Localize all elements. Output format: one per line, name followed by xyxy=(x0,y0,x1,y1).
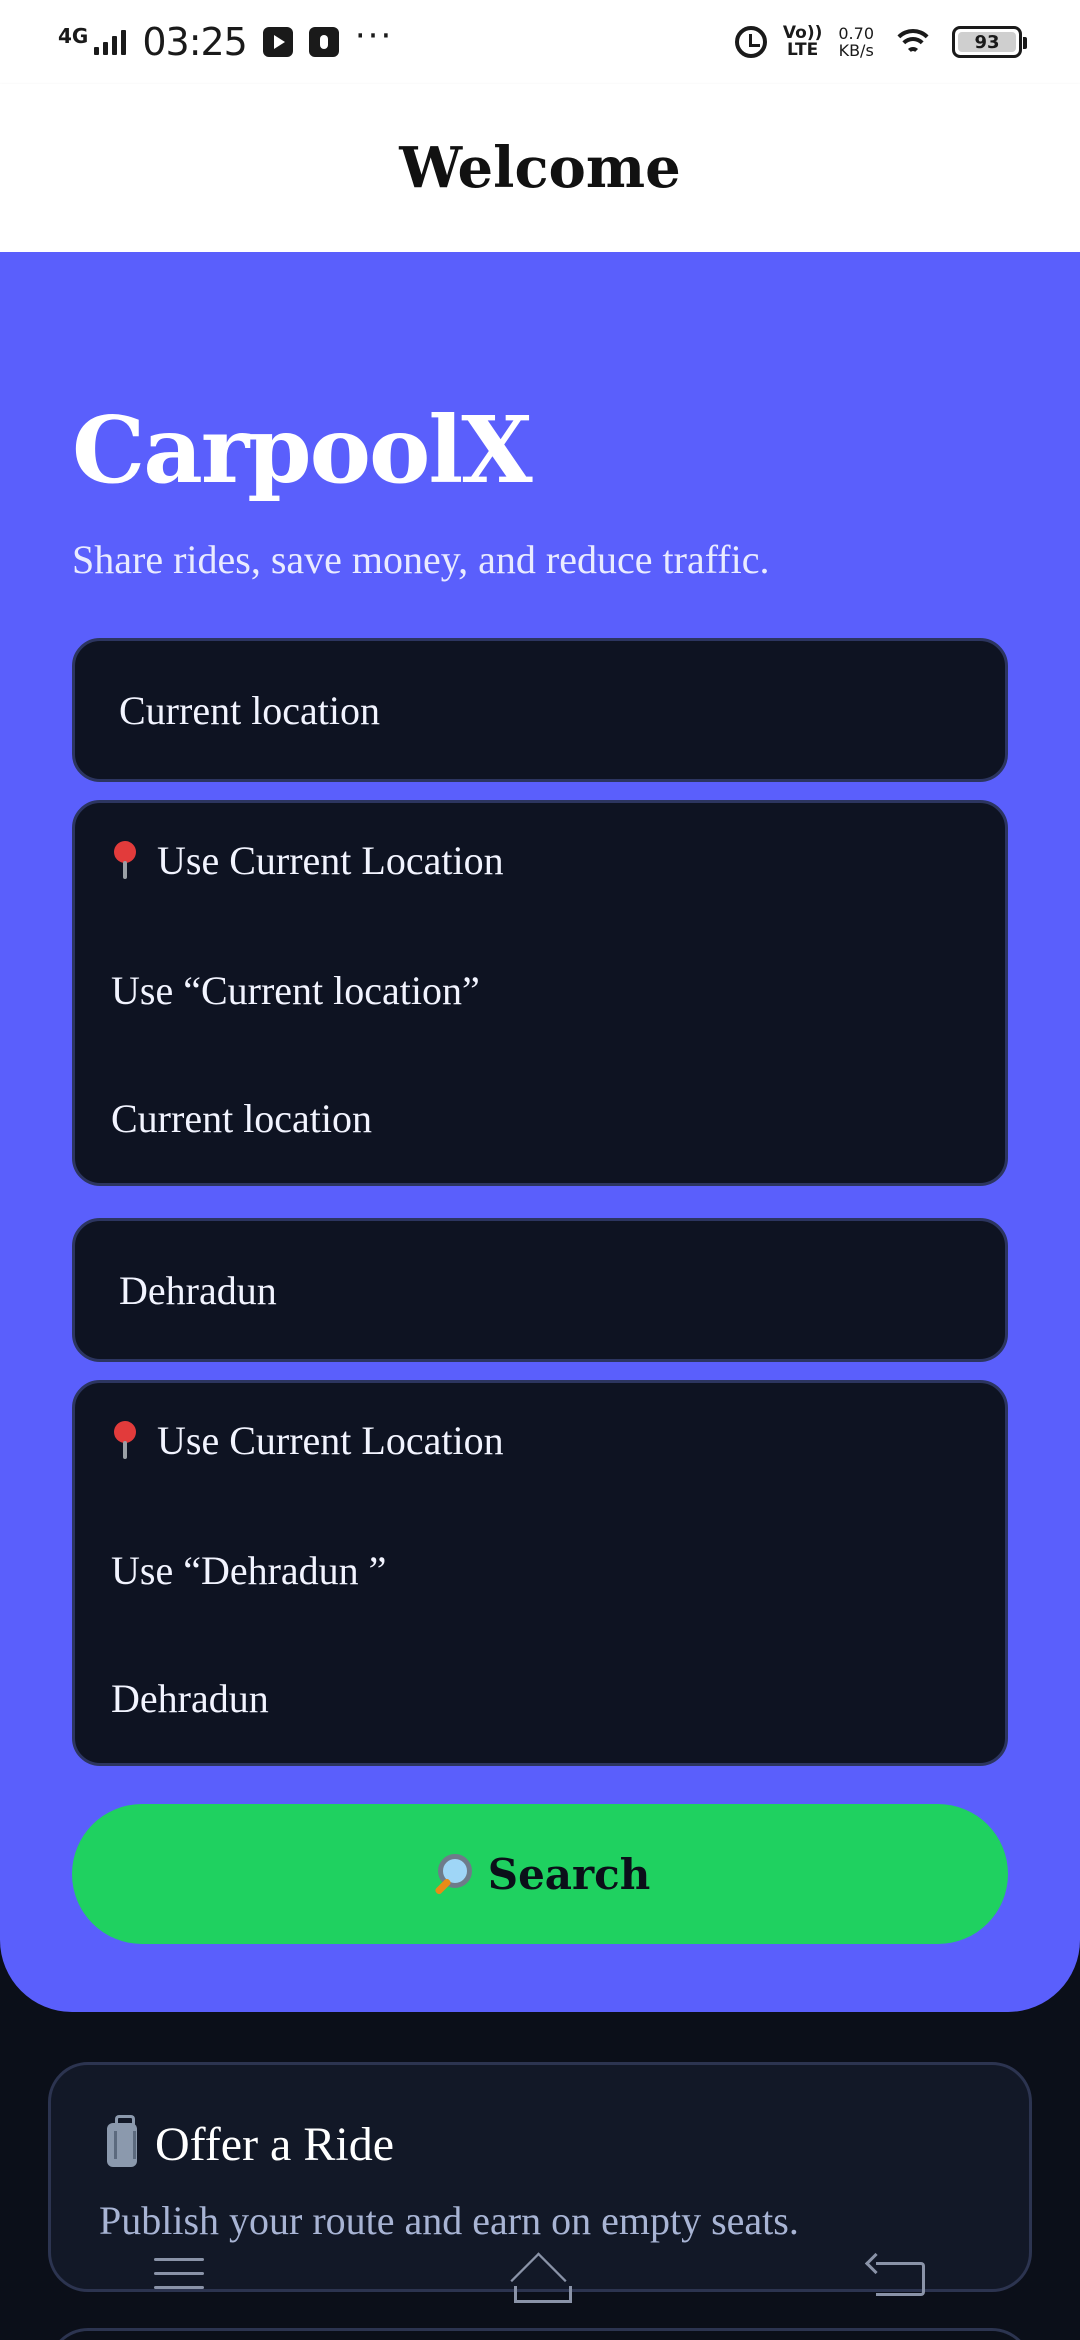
offer-title: Offer a Ride xyxy=(155,2118,395,2171)
system-nav-bar xyxy=(0,2240,1080,2310)
speed-value: 0.70 xyxy=(838,24,874,43)
status-left: 4G 03:25 ··· xyxy=(58,16,394,64)
origin-suggestions: Use Current Location Use “Current locati… xyxy=(72,800,1008,1186)
page-title: Welcome xyxy=(399,135,681,201)
destination-use-typed[interactable]: Use “Dehradun ” xyxy=(111,1547,386,1594)
clock: 03:25 xyxy=(142,20,248,64)
search-button-label: Search xyxy=(487,1849,651,1899)
tagline: Share rides, save money, and reduce traf… xyxy=(72,537,770,582)
destination-input[interactable]: Dehradun xyxy=(72,1218,1008,1362)
speed-unit: KB/s xyxy=(838,41,874,60)
destination-suggestions: Use Current Location Use “Dehradun ” Deh… xyxy=(72,1380,1008,1766)
origin-use-current-location[interactable]: Use Current Location xyxy=(111,837,504,884)
app-header: Welcome xyxy=(0,84,1080,252)
hero-section: CarpoolX Share rides, save money, and re… xyxy=(0,252,1080,2012)
network-type: 4G xyxy=(58,24,89,48)
destination-input-value: Dehradun xyxy=(119,1267,277,1313)
battery-icon: 93 xyxy=(952,26,1027,58)
origin-result-label: Current location xyxy=(111,1096,373,1141)
wifi-icon xyxy=(890,25,936,59)
recent-apps-icon[interactable] xyxy=(140,2250,220,2300)
back-icon[interactable] xyxy=(860,2250,940,2300)
pin-icon xyxy=(111,840,139,881)
signal-icon xyxy=(94,29,127,55)
more-notifications-icon: ··· xyxy=(354,16,394,56)
network-speed: 0.70 KB/s xyxy=(838,25,874,59)
offer-title-row: Offer a Ride xyxy=(107,2114,395,2172)
pin-icon xyxy=(111,1420,139,1461)
magnifier-icon xyxy=(430,1852,474,1896)
home-icon[interactable] xyxy=(500,2250,580,2303)
status-right: Vo)) LTE 0.70 KB/s 93 xyxy=(734,25,1027,59)
battery-level: 93 xyxy=(974,31,1000,53)
microphone-notification-icon xyxy=(308,27,339,57)
origin-use-typed-label: Use “Current location” xyxy=(111,968,480,1013)
destination-result-label: Dehradun xyxy=(111,1676,269,1721)
destination-use-current-location[interactable]: Use Current Location xyxy=(111,1417,504,1464)
brand-title: CarpoolX xyxy=(72,396,533,504)
volte-bottom-label: LTE xyxy=(787,40,819,60)
origin-use-typed[interactable]: Use “Current location” xyxy=(111,967,480,1014)
destination-result-item[interactable]: Dehradun xyxy=(111,1675,269,1722)
destination-use-typed-label: Use “Dehradun ” xyxy=(111,1548,387,1593)
volte-indicator: Vo)) LTE xyxy=(783,25,822,59)
destination-use-current-label: Use Current Location xyxy=(157,1418,504,1463)
offer-description: Publish your route and earn on empty sea… xyxy=(99,2198,799,2243)
search-button[interactable]: Search xyxy=(72,1804,1008,1944)
luggage-icon xyxy=(107,2114,137,2167)
origin-input[interactable]: Current location xyxy=(72,638,1008,782)
status-bar: 4G 03:25 ··· Vo)) LTE 0.70 KB/s 93 xyxy=(0,0,1080,84)
origin-input-value: Current location xyxy=(119,687,381,733)
origin-use-current-label: Use Current Location xyxy=(157,838,504,883)
next-card[interactable] xyxy=(48,2328,1032,2340)
youtube-notification-icon xyxy=(262,27,293,57)
origin-result-item[interactable]: Current location xyxy=(111,1095,372,1142)
alarm-icon xyxy=(734,26,767,58)
